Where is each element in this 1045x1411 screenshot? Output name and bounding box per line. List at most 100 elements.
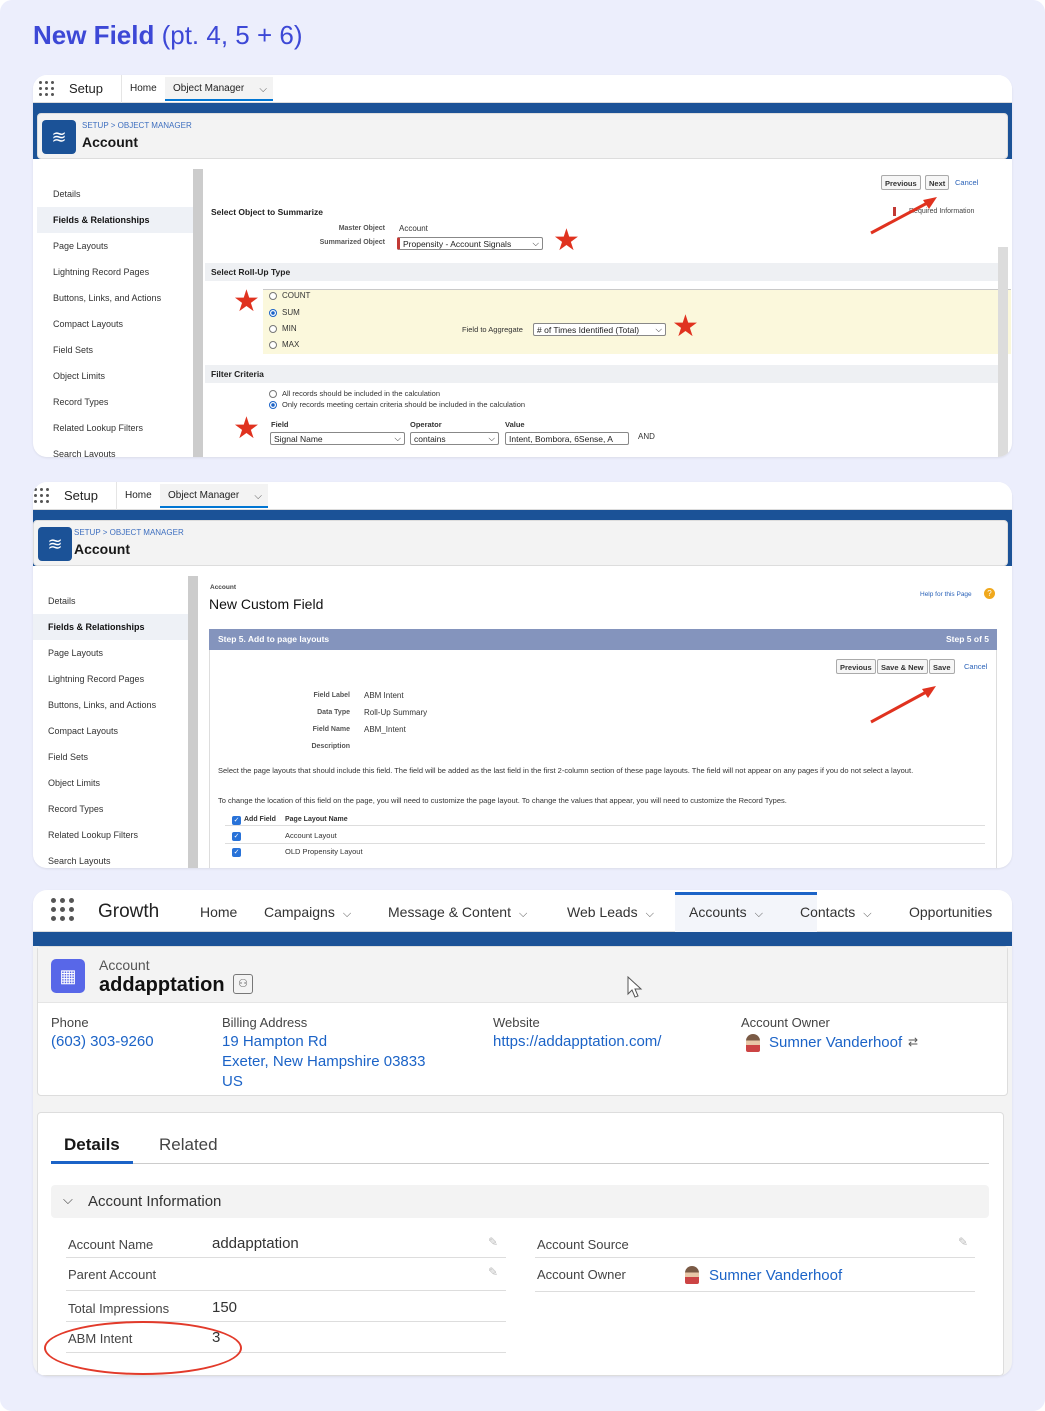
breadcrumb[interactable]: SETUP > OBJECT MANAGER <box>82 121 192 130</box>
nav-message-content[interactable]: Message & Content ⌵ <box>388 904 527 921</box>
sidebar-item-record-types[interactable]: Record Types <box>53 397 108 407</box>
account-owner-value[interactable]: Sumner Vanderhoof <box>709 1267 842 1284</box>
sidebar-item-buttons[interactable]: Buttons, Links, and Actions <box>53 293 161 303</box>
main-scrollbar[interactable] <box>998 169 1008 457</box>
chevron-down-icon[interactable]: ⌵ <box>646 908 654 920</box>
sidebar-item-search-layouts[interactable]: Search Layouts <box>53 449 116 457</box>
sidebar-item-buttons[interactable]: Buttons, Links, and Actions <box>48 700 156 710</box>
billing-line-2[interactable]: Exeter, New Hampshire 03833 <box>222 1053 425 1070</box>
nav-opportunities[interactable]: Opportunities <box>909 904 992 920</box>
radio-count[interactable] <box>269 292 277 300</box>
help-icon[interactable]: ? <box>984 588 995 599</box>
cancel-link[interactable]: Cancel <box>964 662 987 671</box>
cancel-link[interactable]: Cancel <box>955 178 978 187</box>
chevron-down-icon: ⌵ <box>394 433 401 443</box>
select-all-checkbox[interactable]: ✓ <box>232 816 241 825</box>
tab-home[interactable]: Home <box>125 490 152 501</box>
record-kind: Account <box>99 957 150 973</box>
aggregate-select[interactable]: # of Times Identified (Total) ⌵ <box>533 323 666 336</box>
sidebar-item-fields[interactable]: Fields & Relationships <box>53 215 150 225</box>
sidebar-item-record-types[interactable]: Record Types <box>48 804 103 814</box>
nav-campaigns[interactable]: Campaigns ⌵ <box>264 904 351 921</box>
change-owner-icon[interactable]: ⇄ <box>908 1035 918 1049</box>
tab-home[interactable]: Home <box>130 83 157 94</box>
nav-home[interactable]: Home <box>200 904 237 920</box>
sidebar-item-field-sets[interactable]: Field Sets <box>53 345 93 355</box>
sidebar-item-fields[interactable]: Fields & Relationships <box>48 622 145 632</box>
save-new-button[interactable]: Save & New <box>877 659 928 674</box>
previous-button[interactable]: Previous <box>836 659 876 674</box>
app-launcher-icon[interactable] <box>51 898 75 922</box>
sidebar-scrollbar[interactable] <box>193 169 203 457</box>
filter-value-input[interactable]: Intent, Bombora, 6Sense, A <box>505 432 629 445</box>
sidebar-item-field-sets[interactable]: Field Sets <box>48 752 88 762</box>
sidebar-item-lightning-pages[interactable]: Lightning Record Pages <box>48 674 144 684</box>
sidebar-item-page-layouts[interactable]: Page Layouts <box>48 648 103 658</box>
next-button[interactable]: Next <box>925 175 950 190</box>
radio-some-records[interactable] <box>269 401 277 409</box>
sidebar-item-page-layouts[interactable]: Page Layouts <box>53 241 108 251</box>
instructions-para-1: Select the page layouts that should incl… <box>218 766 914 775</box>
edit-pencil-icon[interactable]: ✎ <box>958 1235 968 1249</box>
sidebar-item-search-layouts[interactable]: Search Layouts <box>48 856 111 866</box>
nav-accounts[interactable]: Accounts ⌵ <box>689 904 763 921</box>
help-link[interactable]: Help for this Page <box>920 591 972 598</box>
edit-pencil-icon[interactable]: ✎ <box>488 1235 498 1249</box>
app-name: Growth <box>98 901 160 922</box>
radio-max[interactable] <box>269 341 277 349</box>
billing-line-1[interactable]: 19 Hampton Rd <box>222 1033 327 1050</box>
section-header[interactable]: ⌵ Account Information <box>51 1185 989 1218</box>
app-launcher-icon[interactable] <box>39 81 55 97</box>
owner-value[interactable]: Sumner Vanderhoof <box>769 1034 902 1051</box>
sidebar-item-limits[interactable]: Object Limits <box>53 371 105 381</box>
filter-operator-value: contains <box>414 434 446 444</box>
sidebar-scrollbar[interactable] <box>188 576 198 868</box>
app-launcher-icon[interactable] <box>34 488 50 504</box>
website-value[interactable]: https://addapptation.com/ <box>493 1033 661 1050</box>
tab-related[interactable]: Related <box>159 1135 218 1155</box>
chevron-down-icon[interactable]: ⌵ <box>343 908 351 920</box>
sidebar-item-details[interactable]: Details <box>48 596 76 606</box>
radio-count-label: COUNT <box>282 291 311 300</box>
breadcrumb[interactable]: SETUP > OBJECT MANAGER <box>74 528 184 537</box>
previous-button[interactable]: Previous <box>881 175 921 190</box>
billing-line-3[interactable]: US <box>222 1073 243 1090</box>
website-label: Website <box>493 1015 540 1030</box>
sidebar-item-lookup-filters[interactable]: Related Lookup Filters <box>48 830 138 840</box>
save-button[interactable]: Save <box>929 659 955 674</box>
nav-home-label: Home <box>200 904 238 920</box>
filter-logic: AND <box>638 432 655 441</box>
chevron-down-icon[interactable]: ⌵ <box>63 1192 73 1208</box>
filter-operator-select[interactable]: contains ⌵ <box>410 432 499 445</box>
nav-contacts[interactable]: Contacts ⌵ <box>800 904 872 921</box>
tab-details[interactable]: Details <box>64 1135 120 1155</box>
sidebar-item-lightning-pages[interactable]: Lightning Record Pages <box>53 267 149 277</box>
edit-pencil-icon[interactable]: ✎ <box>488 1265 498 1279</box>
sidebar-item-limits[interactable]: Object Limits <box>48 778 100 788</box>
nav-web-leads-label: Web Leads <box>567 904 638 920</box>
phone-value[interactable]: (603) 303-9260 <box>51 1033 154 1050</box>
chevron-down-icon[interactable]: ⌵ <box>755 908 763 920</box>
tab-object-manager[interactable]: Object Manager ⌵ <box>160 484 268 508</box>
radio-min[interactable] <box>269 325 277 333</box>
chevron-down-icon[interactable]: ⌵ <box>259 84 267 95</box>
sidebar-item-compact[interactable]: Compact Layouts <box>48 726 118 736</box>
chevron-down-icon[interactable]: ⌵ <box>863 908 871 920</box>
layout-checkbox[interactable]: ✓ <box>232 848 241 857</box>
filter-field-select[interactable]: Signal Name ⌵ <box>270 432 405 445</box>
nav-web-leads[interactable]: Web Leads ⌵ <box>567 904 654 921</box>
summarized-object-select[interactable]: Propensity - Account Signals ⌵ <box>397 237 543 250</box>
sidebar-item-details[interactable]: Details <box>53 189 81 199</box>
radio-all-records[interactable] <box>269 390 277 398</box>
tab-object-manager[interactable]: Object Manager ⌵ <box>165 77 273 101</box>
radio-sum[interactable] <box>269 309 277 317</box>
sidebar-item-compact[interactable]: Compact Layouts <box>53 319 123 329</box>
layers-icon: ≋ <box>42 120 76 154</box>
layout-checkbox[interactable]: ✓ <box>232 832 241 841</box>
screenshot-page-layouts: Setup Home Object Manager ⌵ ≋ SETUP > OBJ… <box>33 482 1012 868</box>
chevron-down-icon[interactable]: ⌵ <box>254 491 262 502</box>
hierarchy-icon[interactable]: ⚇ <box>233 974 253 994</box>
sidebar-item-lookup-filters[interactable]: Related Lookup Filters <box>53 423 143 433</box>
main-scrollbar[interactable] <box>998 576 1008 868</box>
chevron-down-icon[interactable]: ⌵ <box>519 908 527 920</box>
